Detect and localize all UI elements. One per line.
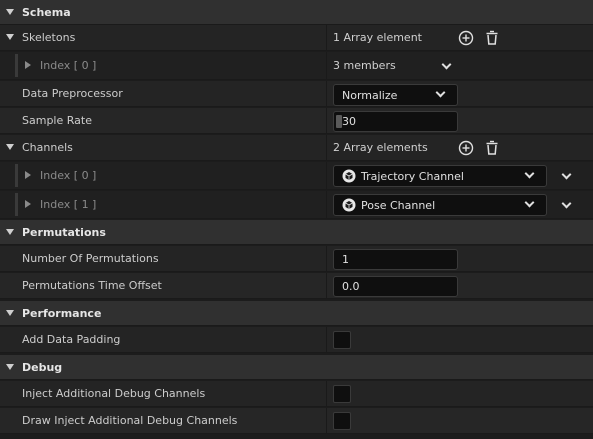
expand-arrow-icon[interactable] xyxy=(25,61,31,69)
column-divider[interactable] xyxy=(326,246,327,271)
collapse-arrow-icon[interactable] xyxy=(6,9,14,15)
slider-handle[interactable] xyxy=(336,115,342,128)
chevron-down-icon xyxy=(435,87,446,98)
trash-icon[interactable] xyxy=(484,30,500,46)
collapse-arrow-icon[interactable] xyxy=(6,144,14,150)
array-summary: 2 Array elements xyxy=(333,141,428,154)
column-divider[interactable] xyxy=(326,162,327,189)
trash-icon[interactable] xyxy=(484,140,500,156)
chevron-down-icon[interactable] xyxy=(561,198,572,209)
column-divider[interactable] xyxy=(326,135,327,160)
members-summary: 3 members xyxy=(333,59,396,72)
dropdown-value: Trajectory Channel xyxy=(361,170,464,183)
chevron-down-icon xyxy=(524,168,535,179)
property-label: Inject Additional Debug Channels xyxy=(22,387,206,400)
collapse-arrow-icon[interactable] xyxy=(6,229,14,235)
channel-asset-icon xyxy=(342,169,356,183)
channel-asset-dropdown[interactable]: Trajectory Channel xyxy=(333,165,547,187)
column-divider[interactable] xyxy=(326,408,327,433)
array-summary: 1 Array element xyxy=(333,31,422,44)
property-label: Channels xyxy=(22,141,73,154)
indent-gutter xyxy=(15,54,18,77)
property-label: Permutations Time Offset xyxy=(22,279,162,292)
number-of-permutations-input[interactable]: 1 xyxy=(333,249,458,270)
property-number-of-permutations: Number Of Permutations 1 xyxy=(0,246,593,272)
property-permutations-time-offset: Permutations Time Offset 0.0 xyxy=(0,273,593,299)
add-element-icon[interactable] xyxy=(458,140,474,156)
property-channels: Channels 2 Array elements xyxy=(0,135,593,161)
input-value: 30 xyxy=(342,115,356,128)
skeletons-index-0[interactable]: Index [ 0 ] 3 members xyxy=(0,52,593,80)
input-value: 0.0 xyxy=(342,280,360,293)
collapse-arrow-icon[interactable] xyxy=(6,364,14,370)
dropdown-value: Pose Channel xyxy=(361,199,436,212)
index-label: Index [ 1 ] xyxy=(40,198,97,211)
channels-index-1[interactable]: Index [ 1 ] Pose Channel xyxy=(0,191,593,219)
property-label: Sample Rate xyxy=(22,114,92,127)
column-divider[interactable] xyxy=(326,327,327,352)
column-divider[interactable] xyxy=(326,25,327,50)
column-divider[interactable] xyxy=(326,81,327,106)
column-divider[interactable] xyxy=(326,381,327,406)
chevron-down-icon xyxy=(524,197,535,208)
column-divider[interactable] xyxy=(326,191,327,218)
input-value: 1 xyxy=(342,253,349,266)
section-title: Schema xyxy=(22,5,71,19)
section-schema[interactable]: Schema xyxy=(0,0,593,25)
section-title: Performance xyxy=(22,306,102,320)
index-label: Index [ 0 ] xyxy=(40,59,97,72)
chevron-down-icon[interactable] xyxy=(561,169,572,180)
column-divider[interactable] xyxy=(326,108,327,133)
inject-debug-channels-checkbox[interactable] xyxy=(333,385,351,403)
chevron-down-icon[interactable] xyxy=(441,59,452,70)
permutations-time-offset-input[interactable]: 0.0 xyxy=(333,276,458,297)
sample-rate-input[interactable]: 30 xyxy=(333,111,458,132)
index-label: Index [ 0 ] xyxy=(40,169,97,182)
property-data-preprocessor: Data Preprocessor Normalize xyxy=(0,81,593,107)
property-draw-inject-debug-channels: Draw Inject Additional Debug Channels xyxy=(0,408,593,434)
add-data-padding-checkbox[interactable] xyxy=(333,331,351,349)
property-sample-rate: Sample Rate 30 xyxy=(0,108,593,134)
property-label: Draw Inject Additional Debug Channels xyxy=(22,414,238,427)
property-inject-debug-channels: Inject Additional Debug Channels xyxy=(0,381,593,407)
channels-index-0[interactable]: Index [ 0 ] Trajectory Channel xyxy=(0,162,593,190)
data-preprocessor-dropdown[interactable]: Normalize xyxy=(333,84,458,106)
expand-arrow-icon[interactable] xyxy=(6,34,14,40)
channel-asset-icon xyxy=(342,198,356,212)
channel-asset-dropdown[interactable]: Pose Channel xyxy=(333,194,547,216)
add-element-icon[interactable] xyxy=(458,30,474,46)
indent-gutter xyxy=(15,164,18,187)
section-performance[interactable]: Performance xyxy=(0,301,593,326)
property-label: Add Data Padding xyxy=(22,333,121,346)
section-debug[interactable]: Debug xyxy=(0,355,593,380)
draw-inject-debug-channels-checkbox[interactable] xyxy=(333,412,351,430)
dropdown-value: Normalize xyxy=(342,89,398,102)
property-skeletons: Skeletons 1 Array element xyxy=(0,25,593,51)
property-add-data-padding: Add Data Padding xyxy=(0,327,593,353)
expand-arrow-icon[interactable] xyxy=(25,171,31,179)
property-label: Skeletons xyxy=(22,31,76,44)
indent-gutter xyxy=(15,193,18,216)
column-divider[interactable] xyxy=(326,52,327,79)
section-title: Debug xyxy=(22,360,63,374)
expand-arrow-icon[interactable] xyxy=(25,200,31,208)
column-divider[interactable] xyxy=(326,273,327,298)
collapse-arrow-icon[interactable] xyxy=(6,310,14,316)
property-label: Number Of Permutations xyxy=(22,252,159,265)
section-permutations[interactable]: Permutations xyxy=(0,220,593,245)
property-label: Data Preprocessor xyxy=(22,87,123,100)
section-title: Permutations xyxy=(22,225,106,239)
